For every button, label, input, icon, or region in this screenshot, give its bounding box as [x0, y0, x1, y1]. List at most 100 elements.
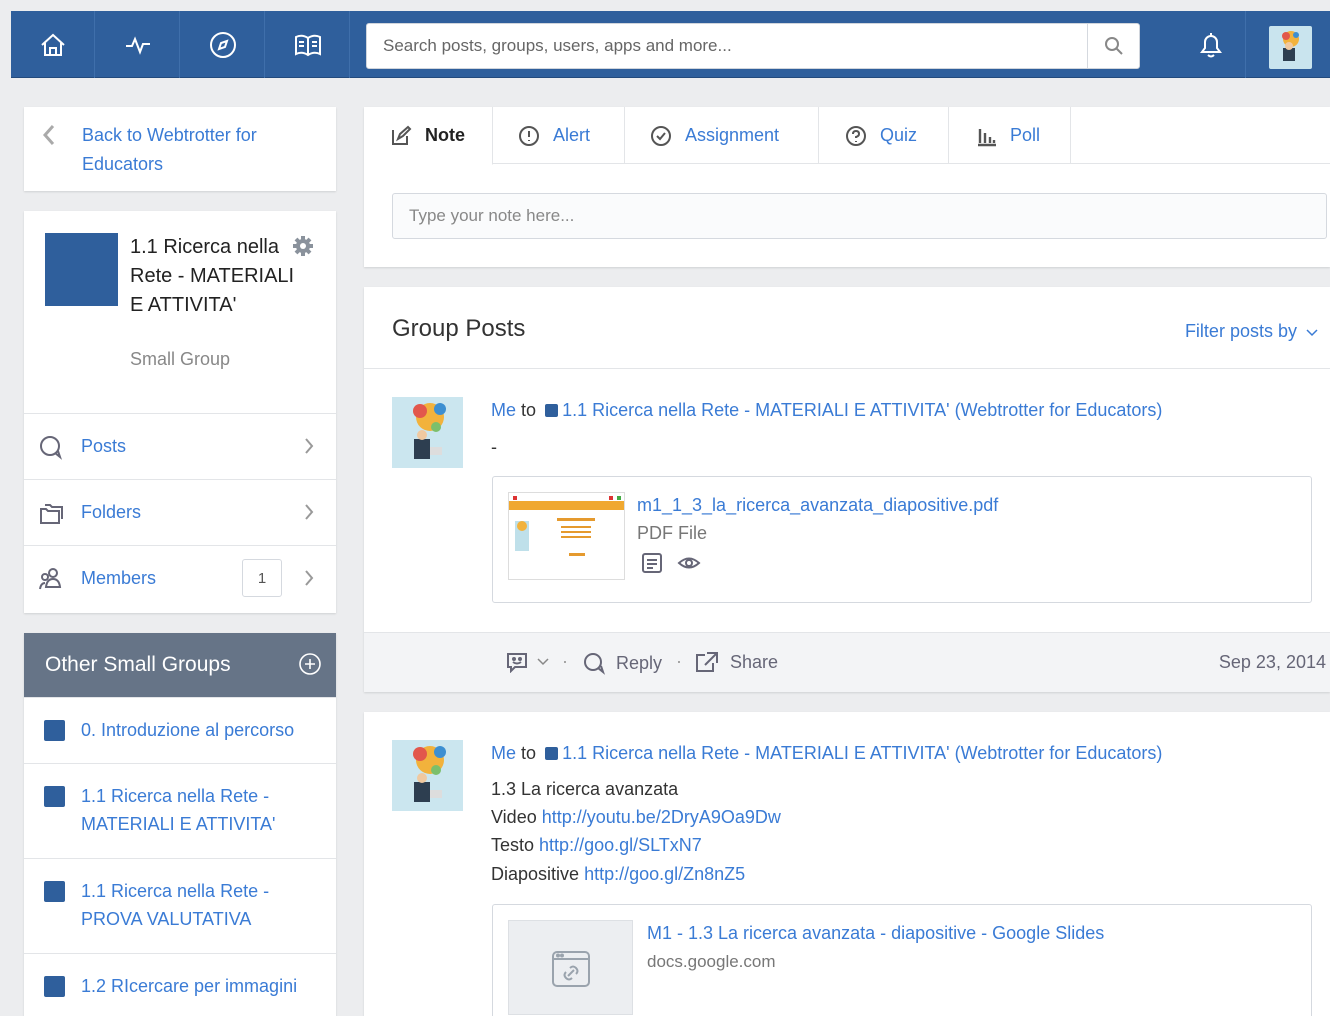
preview-title[interactable]: M1 - 1.3 La ricerca avanzata - diapositi… — [647, 923, 1104, 944]
note-field — [392, 193, 1327, 239]
slides-link[interactable]: http://goo.gl/Zn8nZ5 — [584, 864, 745, 884]
group-posts-header: Group Posts Filter posts by — [364, 287, 1330, 369]
search-icon — [1104, 37, 1123, 55]
tab-note[interactable]: Note — [364, 107, 493, 165]
group-posts-card: Group Posts Filter posts by Me to 1.1 Ri… — [364, 287, 1330, 692]
tab-label: Alert — [553, 125, 591, 145]
bell-icon — [1199, 32, 1222, 57]
other-group-item[interactable]: 1.2 RIcercare per immagini — [24, 953, 336, 1016]
tab-label: Quiz — [880, 125, 918, 145]
user-avatar[interactable] — [1269, 26, 1312, 69]
document-icon[interactable] — [641, 552, 663, 574]
sidebar-item-label: Posts — [81, 436, 127, 456]
separator-dot: · — [676, 651, 682, 671]
other-group-label[interactable]: 0. Introduzione al percorso — [81, 716, 321, 744]
preview-domain: docs.google.com — [647, 952, 776, 971]
reply-button[interactable]: Reply — [582, 651, 662, 675]
post-line-text: Testo — [491, 835, 535, 855]
group-avatar — [45, 233, 118, 306]
other-group-label[interactable]: 1.2 RIcercare per immagini — [81, 972, 321, 1000]
tab-label: Note — [425, 125, 465, 145]
post-composer: Note Alert Assignment Quiz Poll — [364, 107, 1330, 267]
other-small-groups-card: Other Small Groups 0. Introduzione al pe… — [24, 633, 336, 1016]
group-color-square — [545, 404, 559, 417]
share-label: Share — [730, 651, 779, 672]
emoji-icon — [507, 653, 527, 673]
sidebar-item-label: Members — [81, 568, 157, 588]
members-count-badge: 1 — [242, 559, 282, 597]
link-icon — [551, 950, 590, 987]
group-color-square — [44, 720, 65, 741]
sidebar-item-folders[interactable]: Folders — [24, 479, 336, 545]
other-group-label[interactable]: 1.1 Ricerca nella Rete - MATERIALI E ATT… — [81, 782, 321, 838]
post-group-link[interactable]: 1.1 Ricerca nella Rete - MATERIALI E ATT… — [562, 400, 1162, 420]
group-color-square — [545, 747, 559, 760]
reply-label: Reply — [616, 652, 663, 673]
other-group-item[interactable]: 0. Introduzione al percorso — [24, 697, 336, 763]
post-sender-link[interactable]: Me — [491, 400, 516, 420]
chevron-down-icon — [537, 658, 549, 666]
separator-dot: · — [562, 651, 568, 671]
post-header: Me to 1.1 Ricerca nella Rete - MATERIALI… — [491, 400, 1162, 421]
group-name: 1.1 Ricerca nella Rete - MATERIALI E ATT… — [130, 236, 295, 316]
group-info-card: 1.1 Ricerca nella Rete - MATERIALI E ATT… — [24, 211, 336, 613]
add-circle-icon[interactable] — [298, 652, 322, 676]
search-input[interactable] — [367, 24, 1089, 68]
link-preview[interactable]: M1 - 1.3 La ricerca avanzata - diapositi… — [492, 904, 1312, 1016]
post-body-line: 1.3 La ricerca avanzata — [491, 779, 678, 800]
tab-alert[interactable]: Alert — [493, 107, 625, 164]
attachment-type: PDF File — [637, 523, 708, 543]
edit-icon — [392, 125, 412, 145]
share-button[interactable]: Share — [695, 651, 778, 673]
post-line-text: Diapositive — [491, 864, 580, 884]
sidebar-item-posts[interactable]: Posts — [24, 413, 336, 479]
file-attachment[interactable]: m1_1_3_la_ricerca_avanzata_diapositive.p… — [492, 476, 1312, 603]
group-color-square — [44, 881, 65, 902]
composer-tabs: Note Alert Assignment Quiz Poll — [364, 107, 1330, 165]
search-button[interactable] — [1087, 24, 1139, 68]
post-to-word: to — [521, 400, 537, 420]
pdf-thumbnail — [508, 492, 625, 580]
other-group-item[interactable]: 1.1 Ricerca nella Rete - PROVA VALUTATIV… — [24, 858, 336, 953]
post-author-avatar[interactable] — [392, 397, 463, 468]
back-link-card[interactable]: Back to Webtrotter for Educators — [24, 107, 336, 191]
post-sender-link[interactable]: Me — [491, 743, 516, 763]
share-icon — [696, 652, 718, 672]
tab-quiz[interactable]: Quiz — [819, 107, 949, 164]
top-navigation-bar — [11, 11, 1330, 78]
other-group-item[interactable]: 1.1 Ricerca nella Rete - MATERIALI E ATT… — [24, 763, 336, 858]
eye-icon[interactable] — [677, 554, 701, 572]
attachment-filename[interactable]: m1_1_3_la_ricerca_avanzata_diapositive.p… — [637, 495, 998, 516]
reaction-button[interactable] — [505, 651, 549, 673]
post-body-line: Video http://youtu.be/2DryA9Oa9Dw — [491, 807, 781, 828]
group-color-square — [44, 976, 65, 997]
gear-icon[interactable] — [292, 235, 314, 257]
post-date: Sep 23, 2014 — [1218, 652, 1326, 672]
tab-assignment[interactable]: Assignment — [625, 107, 819, 164]
other-group-label[interactable]: 1.1 Ricerca nella Rete - PROVA VALUTATIV… — [81, 877, 321, 933]
other-groups-title: Other Small Groups — [45, 653, 231, 676]
text-link[interactable]: http://goo.gl/SLTxN7 — [539, 835, 702, 855]
question-circle-icon — [846, 125, 866, 146]
chevron-left-icon — [42, 125, 55, 145]
group-type: Small Group — [130, 349, 231, 369]
back-link[interactable]: Back to Webtrotter for Educators — [82, 121, 322, 179]
post-line-text: Video — [491, 807, 537, 827]
book-icon[interactable] — [266, 11, 350, 78]
notifications-button[interactable] — [1176, 11, 1246, 78]
activity-icon[interactable] — [96, 11, 180, 78]
note-input[interactable] — [393, 194, 1326, 238]
check-circle-icon — [651, 125, 671, 146]
post-author-avatar[interactable] — [392, 740, 463, 811]
filter-label: Filter posts by — [1184, 321, 1297, 341]
home-icon[interactable] — [11, 11, 95, 78]
video-link[interactable]: http://youtu.be/2DryA9Oa9Dw — [542, 807, 781, 827]
post-body-line: Diapositive http://goo.gl/Zn8nZ5 — [491, 864, 745, 885]
compass-icon[interactable] — [181, 11, 265, 78]
tab-poll[interactable]: Poll — [949, 107, 1071, 164]
group-color-square — [44, 786, 65, 807]
other-groups-header: Other Small Groups — [24, 633, 336, 697]
filter-posts-dropdown[interactable]: Filter posts by — [1185, 321, 1318, 342]
sidebar-item-members[interactable]: Members 1 — [24, 545, 336, 611]
post-group-link[interactable]: 1.1 Ricerca nella Rete - MATERIALI E ATT… — [562, 743, 1162, 763]
